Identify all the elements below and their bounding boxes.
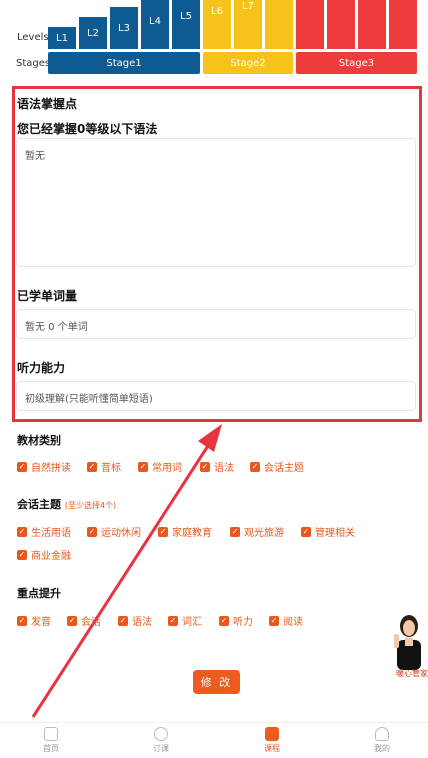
tab-bar: 首页 订课 课程 我的 xyxy=(0,722,428,758)
user-icon xyxy=(375,727,389,741)
tab-mine[interactable]: 我的 xyxy=(362,727,402,754)
home-icon xyxy=(44,727,58,741)
tab-course[interactable]: 课程 xyxy=(252,727,292,754)
book-icon xyxy=(265,727,279,741)
annotation-arrow xyxy=(31,424,222,718)
tab-home[interactable]: 首页 xyxy=(31,727,71,754)
tab-book[interactable]: 订课 xyxy=(141,727,181,754)
clock-icon xyxy=(154,727,168,741)
modify-button[interactable]: 修 改 xyxy=(193,670,240,694)
